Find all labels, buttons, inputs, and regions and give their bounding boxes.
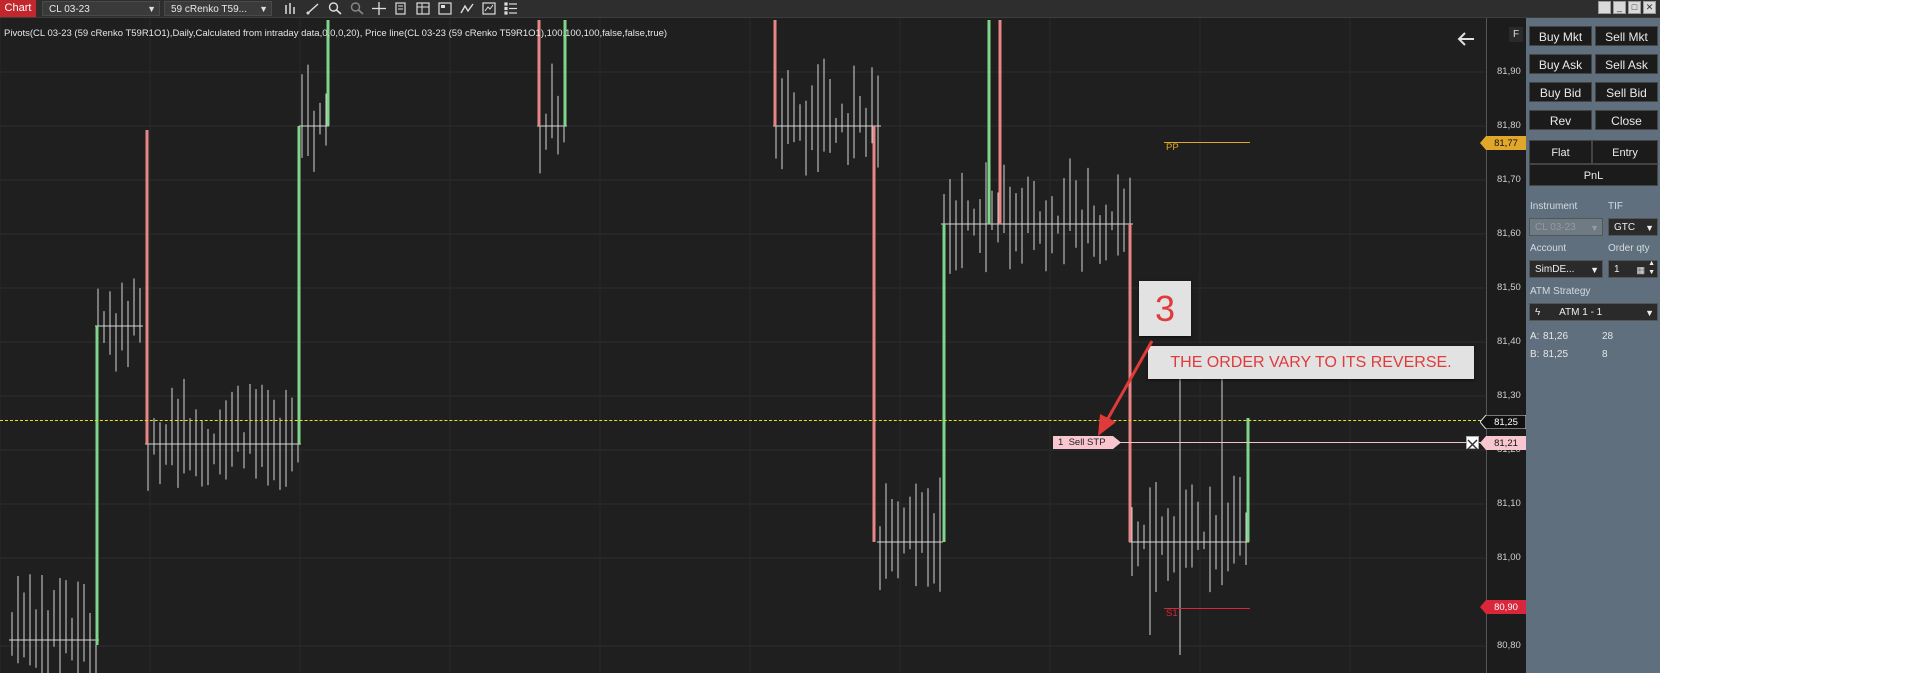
account-select-value: SimDE...	[1535, 264, 1575, 275]
price-tick-label: 81,60	[1497, 228, 1521, 239]
price-tick-label: 81,10	[1497, 498, 1521, 509]
cancel-order-button[interactable]	[1466, 436, 1479, 450]
account-label: Account	[1530, 243, 1567, 254]
data-series-icon[interactable]	[415, 1, 431, 16]
sell-mkt-button[interactable]: Sell Mkt	[1595, 26, 1658, 46]
tif-select-value: GTC	[1614, 222, 1636, 233]
bid-label: B:	[1530, 349, 1540, 360]
bid-size: 8	[1602, 349, 1608, 360]
price-tick-label: 81,70	[1497, 174, 1521, 185]
price-tick-label: 81,40	[1497, 336, 1521, 347]
zoom-out-icon[interactable]	[349, 1, 365, 16]
qty-stepper-icon[interactable]: ▲ ▼	[1648, 259, 1655, 277]
buy-ask-button[interactable]: Buy Ask	[1529, 54, 1592, 74]
draw-tool-icon[interactable]	[305, 1, 321, 16]
price-axis[interactable]: 81,9081,8081,7081,6081,5081,4081,3081,20…	[1486, 18, 1527, 673]
buy-bid-button[interactable]: Buy Bid	[1529, 82, 1592, 102]
bar-style-icon[interactable]	[283, 1, 299, 16]
back-arrow-icon[interactable]	[1455, 28, 1477, 50]
f-toggle-button[interactable]: F	[1509, 27, 1523, 42]
pp-level-label: PP	[1166, 142, 1179, 153]
strategies-icon[interactable]	[481, 1, 497, 16]
step-number-callout: 3	[1139, 281, 1191, 336]
instrument-selector[interactable]: CL 03-23 ▼	[42, 1, 160, 16]
pnl-display: PnL	[1529, 164, 1658, 186]
pp-price-tag-text: 81,77	[1494, 138, 1518, 149]
properties-icon[interactable]	[393, 1, 409, 16]
order-qty-input[interactable]: 1 ▦ ▲ ▼	[1608, 260, 1658, 278]
minimize-button[interactable]	[1598, 1, 1611, 14]
s1-price-tag-text: 80,90	[1494, 602, 1518, 613]
annotation-callout: THE ORDER VARY TO ITS REVERSE.	[1148, 346, 1474, 379]
s1-level-label: S1	[1166, 608, 1178, 619]
order-qty-label: Order qty	[1608, 243, 1650, 254]
minimize-icon-button[interactable]: _	[1613, 1, 1626, 14]
instrument-label: Instrument	[1530, 201, 1578, 212]
price-tick-label: 80,80	[1497, 640, 1521, 651]
chart-window: Chart CL 03-23 ▼ 59 cRenko T59... ▼ _ □ …	[0, 0, 1660, 673]
order-qty: 1	[1058, 437, 1064, 448]
atm-strategy-select[interactable]: ϟ ATM 1 - 1 ▼	[1529, 303, 1658, 321]
chevron-down-icon: ▼	[147, 4, 156, 14]
instrument-select[interactable]: CL 03-23 ▼	[1529, 218, 1603, 236]
buy-mkt-button[interactable]: Buy Mkt	[1529, 26, 1592, 46]
last-price-tag-text: 81,25	[1494, 417, 1518, 428]
lightning-icon: ϟ	[1535, 307, 1541, 318]
ask-price: 81,26	[1543, 331, 1569, 342]
bid-price: 81,25	[1543, 349, 1569, 360]
atm-strategy-label: ATM Strategy	[1530, 286, 1591, 297]
order-qty-value: 1	[1614, 264, 1620, 275]
zoom-in-icon[interactable]	[327, 1, 343, 16]
price-tick-label: 81,30	[1497, 390, 1521, 401]
ask-label: A:	[1530, 331, 1540, 342]
tif-label: TIF	[1608, 201, 1623, 212]
close-window-button[interactable]: ✕	[1643, 1, 1656, 14]
chevron-down-icon: ▼	[259, 4, 268, 14]
chart-title-tab[interactable]: Chart	[0, 0, 36, 17]
ask-size: 28	[1602, 331, 1614, 342]
chart-canvas[interactable]: Pivots(CL 03-23 (59 cRenko T59R1O1),Dail…	[0, 18, 1486, 673]
last-price-line	[0, 420, 1486, 421]
restore-button[interactable]: □	[1628, 1, 1641, 14]
flat-status: Flat	[1529, 140, 1592, 164]
bar-type-selector-label: 59 cRenko T59...	[171, 4, 247, 15]
indicators-icon[interactable]	[459, 1, 475, 16]
close-icon	[1467, 439, 1478, 450]
entry-status: Entry	[1592, 140, 1658, 164]
price-tick-label: 81,90	[1497, 66, 1521, 77]
close-position-button[interactable]: Close	[1595, 110, 1658, 130]
indicator-legend: Pivots(CL 03-23 (59 cRenko T59R1O1),Dail…	[4, 28, 668, 39]
tif-select[interactable]: GTC ▼	[1608, 218, 1658, 236]
sell-bid-button[interactable]: Sell Bid	[1595, 82, 1658, 102]
bar-type-selector[interactable]: 59 cRenko T59... ▼	[164, 1, 272, 16]
chevron-down-icon: ▼	[1645, 223, 1654, 233]
chevron-down-icon: ▼	[1590, 223, 1599, 233]
instrument-selector-label: CL 03-23	[49, 4, 90, 15]
reverse-button[interactable]: Rev	[1529, 110, 1592, 130]
list-icon[interactable]	[503, 1, 519, 16]
price-tick-label: 81,00	[1497, 552, 1521, 563]
order-price-tag-text: 81,21	[1494, 438, 1518, 449]
annotation-arrow	[1098, 340, 1154, 436]
atm-strategy-value: ATM 1 - 1	[1559, 307, 1603, 318]
price-tick-label: 81,50	[1497, 282, 1521, 293]
templates-icon[interactable]	[437, 1, 453, 16]
sell-ask-button[interactable]: Sell Ask	[1595, 54, 1658, 74]
chart-toolbar: Chart CL 03-23 ▼ 59 cRenko T59... ▼ _ □ …	[0, 0, 1660, 18]
chevron-down-icon: ▼	[1645, 308, 1654, 318]
calculator-icon[interactable]: ▦	[1636, 261, 1645, 279]
chart-trader-panel: Buy Mkt Sell Mkt Buy Ask Sell Ask Buy Bi…	[1526, 18, 1660, 673]
chevron-down-icon: ▼	[1590, 265, 1599, 275]
account-select[interactable]: SimDE... ▼	[1529, 260, 1603, 278]
instrument-select-value: CL 03-23	[1535, 222, 1576, 233]
price-tick-label: 81,80	[1497, 120, 1521, 131]
crosshair-icon[interactable]	[371, 1, 387, 16]
